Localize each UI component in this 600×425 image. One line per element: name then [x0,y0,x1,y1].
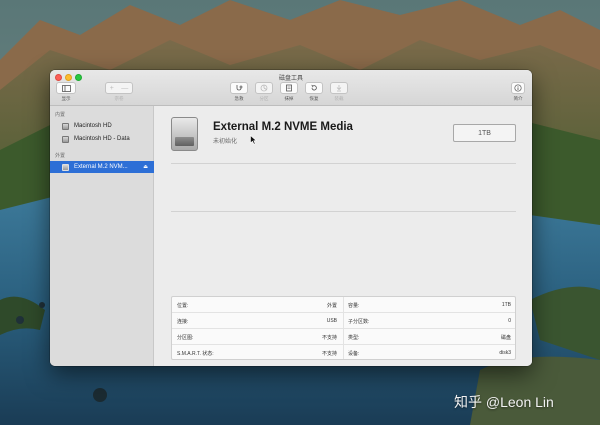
stethoscope-icon [236,85,243,91]
table-row: 连接: USB 子分区数: 0 [172,313,515,329]
disk-name: External M.2 NVME Media [213,121,353,133]
view-label: 显示 [61,96,71,101]
disk-icon [62,135,69,143]
location-key: 位置: [177,303,189,309]
sidebar-section-internal: 内置 [55,112,66,118]
type-key: 类型: [348,335,360,341]
add-volume-icon[interactable]: + [110,85,114,92]
capacity-key: 容量: [348,303,360,309]
smart-status-key: S.M.A.R.T. 状态: [177,351,214,357]
main-panel: External M.2 NVME Media 未初始化 1TB 位置: 外置 … [154,106,532,366]
table-row: 分区图: 不支持 类型: 磁盘 [172,329,515,345]
info-label: 简介 [513,96,523,101]
divider [171,211,516,212]
erase-icon [286,84,292,92]
erase-label: 抹掉 [284,96,294,101]
table-row: S.M.A.R.T. 状态: 不支持 设备: disk3 [172,345,515,361]
first-aid-label: 急救 [234,96,244,101]
disk-utility-window: 磁盘工具 显示 + — 宗卷 急救 分区 抹掉 恢复 装载 简介 内置 Maci… [50,70,532,366]
disk-icon [62,163,69,171]
view-button[interactable] [56,82,76,94]
eject-icon[interactable]: ⏏ [143,164,148,170]
partition-label: 分区 [259,96,269,101]
device-key: 设备: [348,351,360,357]
mount-button[interactable] [330,82,348,94]
window-title: 磁盘工具 [278,76,303,82]
disk-status: 未初始化 [213,139,238,145]
disk-size-box: 1TB [453,124,516,142]
connection-value: USB [326,318,337,324]
partition-map-key: 分区图: [177,335,194,341]
disk-info-table: 位置: 外置 容量: 1TB 连接: USB 子分区数: 0 分区图: 不支持 … [171,296,516,360]
child-count-key: 子分区数: [348,319,370,325]
sidebar: 内置 Macintosh HD Macintosh HD - Data 外置 E… [50,106,154,366]
partition-icon [260,84,268,92]
sidebar-item-label: Macintosh HD - Data [74,136,130,142]
mount-icon [336,85,342,92]
volume-buttons[interactable]: + — [105,82,133,94]
erase-button[interactable] [280,82,298,94]
restore-button[interactable] [305,82,323,94]
sidebar-item-external-nvme[interactable]: External M.2 NVM... ⏏ [50,161,154,173]
info-button[interactable] [511,82,525,94]
table-row: 位置: 外置 容量: 1TB [172,297,515,313]
restore-icon [311,84,317,91]
title-bar: 磁盘工具 显示 + — 宗卷 急救 分区 抹掉 恢复 装载 简介 [50,70,532,106]
capacity-value: 1TB [501,302,511,308]
sidebar-item-macintosh-hd-data[interactable]: Macintosh HD - Data [50,133,154,145]
mouse-cursor-icon [250,135,257,145]
disk-icon [62,122,69,130]
sidebar-item-label: External M.2 NVM... [74,164,128,170]
child-count-value: 0 [508,318,511,324]
info-icon [514,84,522,92]
first-aid-button[interactable] [230,82,248,94]
connection-key: 连接: [177,319,189,325]
sidebar-item-macintosh-hd[interactable]: Macintosh HD [50,120,154,132]
smart-status-value: 不支持 [321,351,337,357]
divider [171,163,516,164]
device-value: disk3 [499,350,511,356]
partition-button[interactable] [255,82,273,94]
watermark-text: 知乎 @Leon Lin [454,394,554,410]
remove-volume-icon[interactable]: — [121,85,128,92]
external-disk-icon [171,117,198,151]
mount-label: 装载 [334,96,344,101]
partition-map-value: 不支持 [321,335,337,341]
volume-label: 宗卷 [114,96,124,101]
sidebar-item-label: Macintosh HD [74,123,112,129]
type-value: 磁盘 [500,335,511,341]
location-value: 外置 [326,303,337,309]
sidebar-section-external: 外置 [55,153,66,159]
restore-label: 恢复 [309,96,319,101]
sidebar-view-icon [61,84,71,92]
